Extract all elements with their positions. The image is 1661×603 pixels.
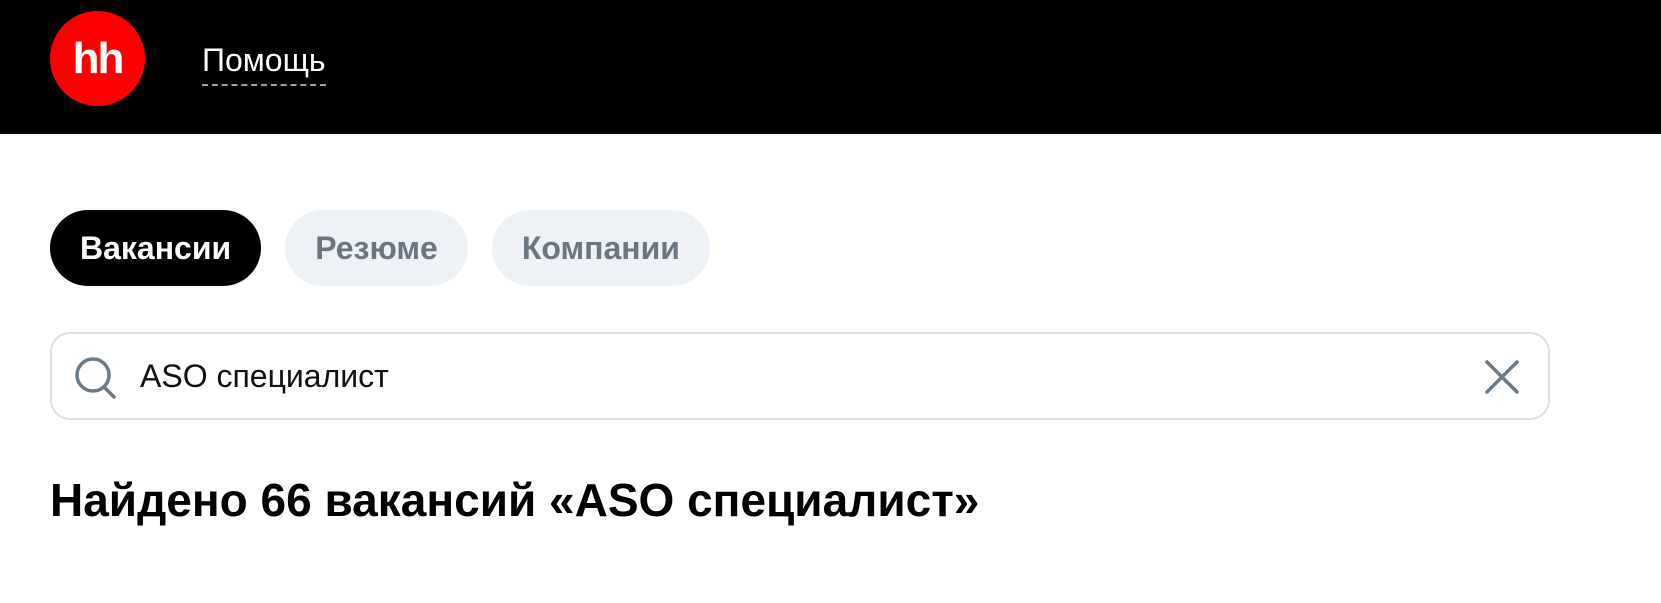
search-query-text[interactable]: ASO специалист: [140, 334, 389, 418]
close-icon[interactable]: [1484, 359, 1520, 395]
tab-companies[interactable]: Компании: [491, 210, 710, 286]
search-type-tabs: Вакансии Резюме Компании: [50, 210, 710, 286]
help-link[interactable]: Помощь: [202, 40, 326, 86]
search-icon: [75, 357, 116, 399]
results-title: Найдено 66 вакансий «ASO специалист»: [50, 474, 980, 526]
tab-resumes[interactable]: Резюме: [285, 210, 468, 286]
top-header: hh Помощь: [0, 0, 1661, 134]
search-input[interactable]: ASO специалист: [50, 332, 1550, 420]
hh-logo[interactable]: hh: [50, 11, 145, 106]
tab-vacancies[interactable]: Вакансии: [50, 210, 262, 286]
